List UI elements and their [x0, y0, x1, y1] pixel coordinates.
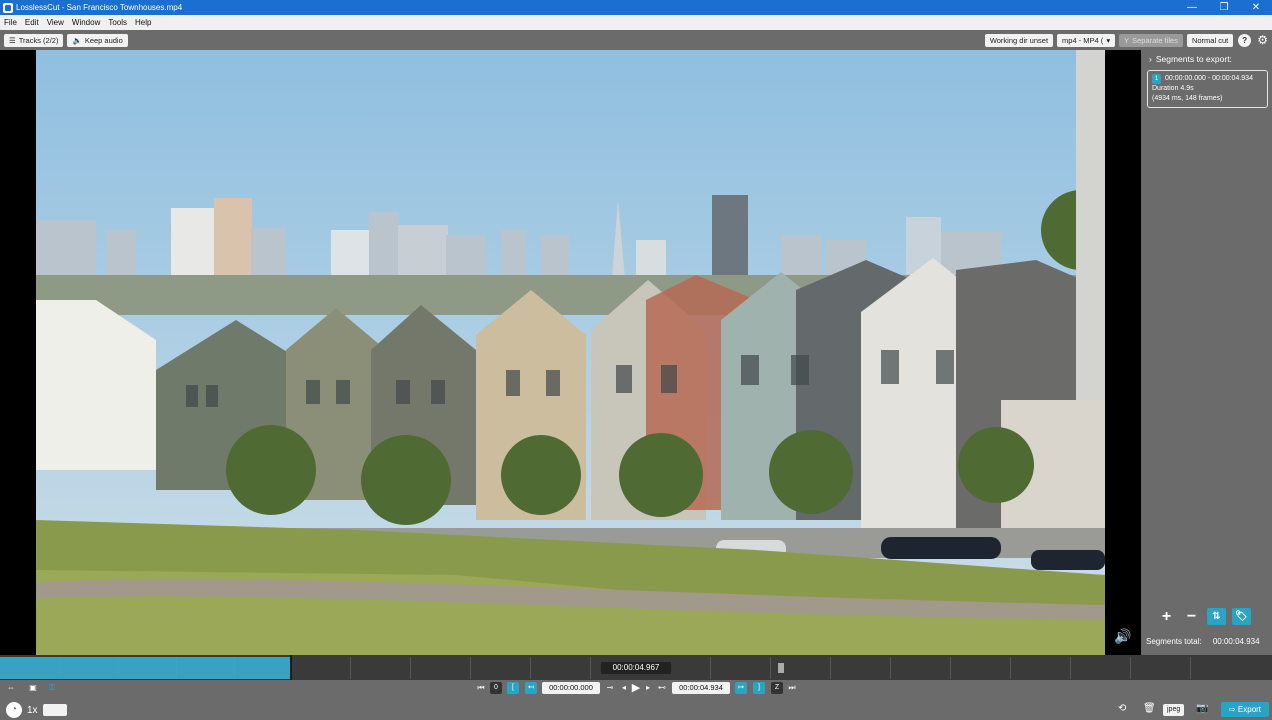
- window-title: LosslessCut - San Francisco Townhouses.m…: [16, 3, 183, 12]
- segment-card[interactable]: 1 00:00:00.000 - 00:00:04.934 Duration 4…: [1147, 70, 1268, 108]
- speed-icon[interactable]: ◔: [6, 702, 22, 718]
- zoom-scrubber[interactable]: [778, 663, 784, 673]
- list-icon: ☰: [9, 35, 16, 45]
- remove-segment-button[interactable]: −: [1182, 608, 1201, 625]
- close-button[interactable]: ✕: [1240, 0, 1272, 15]
- fork-icon: Y: [1124, 35, 1130, 45]
- add-segment-button[interactable]: +: [1157, 608, 1176, 625]
- title-bar: LosslessCut - San Francisco Townhouses.m…: [0, 0, 1272, 15]
- jump-end-icon[interactable]: ⏭: [788, 682, 796, 694]
- timeline[interactable]: 00:00:04.967: [0, 655, 1272, 680]
- segment-start-icon[interactable]: ↤: [525, 682, 537, 694]
- screenshot-icon[interactable]: ▣: [26, 682, 40, 694]
- menu-window[interactable]: Window: [72, 18, 100, 27]
- rate-select[interactable]: [42, 704, 67, 716]
- segment-selection[interactable]: [0, 657, 290, 679]
- video-area: [0, 50, 1141, 655]
- capture-format-select[interactable]: jpeg: [1163, 704, 1185, 716]
- arrows-icon[interactable]: ⇔: [4, 682, 18, 694]
- segment-duration: Duration 4.9s: [1152, 85, 1194, 92]
- export-button[interactable]: ⇨ Export: [1221, 702, 1269, 717]
- help-button[interactable]: ?: [1238, 33, 1252, 47]
- player-controls: ⇔ ▣ ⚿ ⏮ 0 [ ↤ 00:00:00.000 ⊸ ◂ ▶ ▸ ⊷ 00:…: [0, 680, 1272, 720]
- cut-start-icon[interactable]: [: [507, 682, 519, 694]
- set-end-icon[interactable]: Z: [771, 682, 783, 694]
- format-select[interactable]: mp4 - MP4 ( ▾: [1057, 33, 1116, 47]
- menu-bar: File Edit View Window Tools Help: [0, 15, 1272, 30]
- maximize-button[interactable]: ❐: [1208, 0, 1240, 15]
- play-icon[interactable]: ▶: [630, 682, 642, 694]
- segment-detail: (4934 ms, 148 frames): [1152, 95, 1223, 102]
- menu-file[interactable]: File: [4, 18, 17, 27]
- jump-start-icon[interactable]: ⏮: [477, 682, 485, 694]
- tag-icon[interactable]: 🏷: [1232, 608, 1251, 625]
- chevron-down-icon: ▾: [1106, 35, 1111, 45]
- volume-icon[interactable]: 🔊: [1114, 628, 1131, 645]
- prev-keyframe-icon[interactable]: ⊸: [603, 682, 617, 694]
- cut-end-icon[interactable]: ]: [753, 682, 765, 694]
- step-forward-icon[interactable]: ▸: [643, 682, 653, 694]
- app-icon: [3, 2, 13, 13]
- end-time-field[interactable]: 00:00:04.934: [672, 682, 730, 694]
- keep-audio-button[interactable]: 🔈 Keep audio: [67, 33, 128, 47]
- segment-tools: + − ⇅ 🏷: [1157, 608, 1251, 625]
- key-icon[interactable]: ⚿: [46, 682, 58, 694]
- speaker-icon: 🔈: [72, 35, 82, 45]
- reorder-segments-button[interactable]: ⇅: [1207, 608, 1226, 625]
- chevron-right-icon: ›: [1149, 54, 1152, 64]
- segments-total: Segments total: 00:00:04.934: [1146, 637, 1260, 646]
- minimize-button[interactable]: —: [1176, 0, 1208, 15]
- video-frame[interactable]: [36, 50, 1105, 655]
- video-still: [36, 50, 1105, 655]
- menu-tools[interactable]: Tools: [108, 18, 127, 27]
- next-keyframe-icon[interactable]: ⊷: [655, 682, 669, 694]
- trash-icon[interactable]: 🗑: [1143, 703, 1156, 714]
- separate-files-button[interactable]: Y Separate files: [1119, 33, 1183, 47]
- segments-sidebar: › Segments to export: 1 00:00:00.000 - 0…: [1141, 50, 1272, 655]
- segment-index-badge: 1: [1152, 74, 1161, 84]
- tracks-button[interactable]: ☰ Tracks (2/2): [4, 33, 64, 47]
- gear-icon[interactable]: ⚙: [1257, 33, 1268, 47]
- working-dir-button[interactable]: Working dir unset: [984, 33, 1054, 47]
- export-icon: ⇨: [1228, 705, 1236, 714]
- rotate-icon[interactable]: ⟲: [1118, 703, 1126, 714]
- start-time-field[interactable]: 00:00:00.000: [542, 682, 600, 694]
- current-time-label: 00:00:04.967: [601, 662, 671, 674]
- camera-icon[interactable]: 📷: [1196, 703, 1208, 714]
- playback-rate[interactable]: ◔ 1x: [6, 702, 67, 718]
- set-start-icon[interactable]: 0: [490, 682, 502, 694]
- menu-help[interactable]: Help: [135, 18, 151, 27]
- top-toolbar: ☰ Tracks (2/2) 🔈 Keep audio Working dir …: [0, 30, 1272, 50]
- step-back-icon[interactable]: ◂: [619, 682, 629, 694]
- playhead[interactable]: [290, 655, 292, 680]
- segment-range: 00:00:00.000 - 00:00:04.934: [1165, 75, 1253, 82]
- menu-view[interactable]: View: [47, 18, 64, 27]
- menu-edit[interactable]: Edit: [25, 18, 39, 27]
- cut-mode-button[interactable]: Normal cut: [1186, 33, 1234, 47]
- segments-header[interactable]: › Segments to export:: [1149, 54, 1272, 64]
- segment-end-icon[interactable]: ↦: [735, 682, 747, 694]
